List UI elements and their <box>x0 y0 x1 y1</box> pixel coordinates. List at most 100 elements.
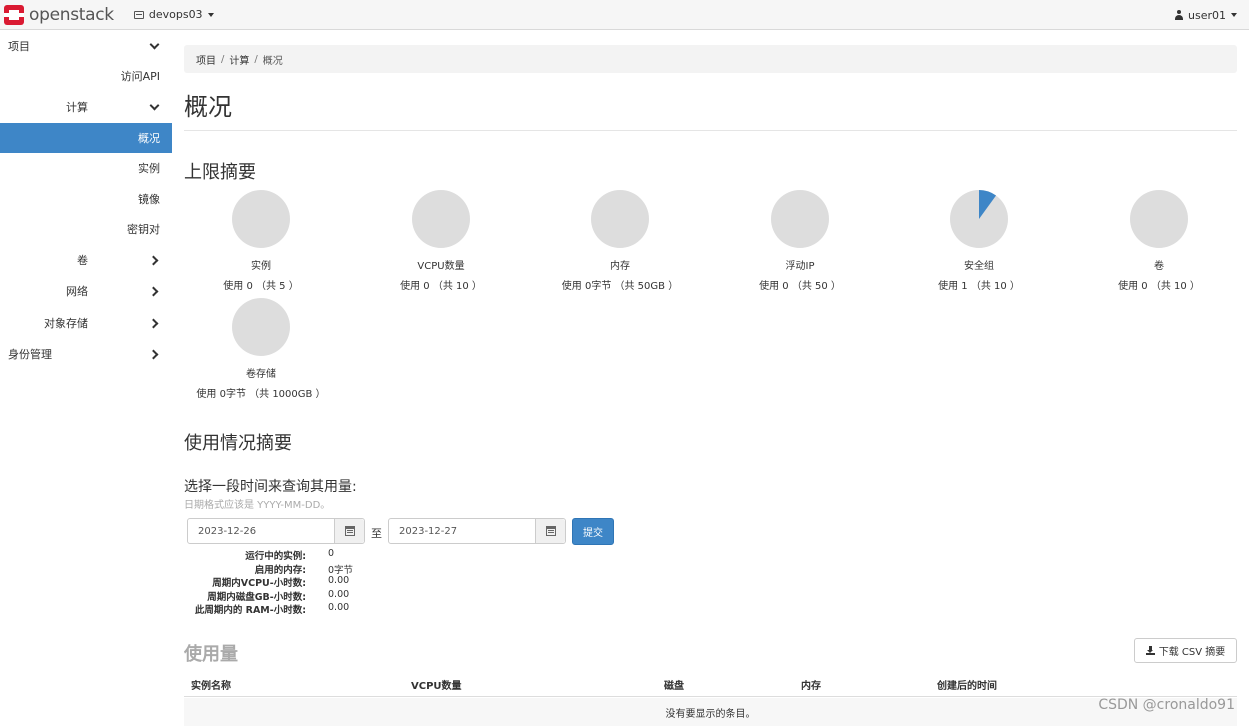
column-header[interactable]: 实例名称 <box>191 677 231 692</box>
sidebar-item[interactable]: 计算 <box>0 92 172 122</box>
server-icon <box>133 10 144 19</box>
stat-value: 0.00 <box>328 602 350 613</box>
pie-usage-text: 使用 0字节 （共 1000GB ） <box>196 389 326 400</box>
sidebar-item[interactable]: 身份管理 <box>0 339 172 369</box>
chevron-down-icon <box>150 42 158 50</box>
stat-label: 运行中的实例: <box>245 551 306 562</box>
sidebar-item[interactable]: 网络 <box>0 276 172 306</box>
sidebar-item-label: 卷 <box>77 254 88 267</box>
sidebar-item[interactable]: 对象存储 <box>0 308 172 338</box>
breadcrumb-separator: / <box>254 53 258 65</box>
pie-chart <box>1130 190 1188 248</box>
watermark: CSDN @cronaldo91 <box>1098 697 1235 713</box>
sidebar-item[interactable]: 实例 <box>0 153 172 183</box>
pie-free-slice <box>771 190 829 248</box>
usage-heading: 使用量 <box>184 644 238 665</box>
stat-row: 启用的内存: 0字节 <box>184 562 484 576</box>
pie-usage-text: 使用 0 （共 10 ） <box>400 281 482 292</box>
pie-usage-text: 使用 1 （共 10 ） <box>938 281 1020 292</box>
openstack-logo[interactable]: openstack <box>4 0 114 30</box>
end-date-value: 2023-12-27 <box>399 526 458 537</box>
download-csv-button[interactable]: 下载 CSV 摘要 <box>1134 638 1237 663</box>
start-date-value: 2023-12-26 <box>198 526 257 537</box>
limit-pie-1: VCPU数量 使用 0 （共 10 ） <box>361 189 521 292</box>
sidebar-item[interactable]: 项目 <box>0 31 172 61</box>
openstack-logo-icon <box>4 4 24 25</box>
page-title: 概况 <box>184 93 232 121</box>
limit-pie-2: 内存 使用 0字节 （共 50GB ） <box>540 189 700 292</box>
sidebar-item[interactable]: 镜像 <box>0 184 172 214</box>
user-name: user01 <box>1188 8 1226 22</box>
submit-button[interactable]: 提交 <box>572 518 614 545</box>
chevron-right-icon <box>150 287 158 295</box>
sidebar-item-label: 身份管理 <box>8 348 52 361</box>
breadcrumb-item[interactable]: 项目 <box>196 52 216 67</box>
pie-title: 实例 <box>251 261 271 272</box>
pie-chart <box>771 190 829 248</box>
pie-usage-text: 使用 0字节 （共 50GB ） <box>561 281 679 292</box>
stat-value: 0.00 <box>328 588 350 600</box>
stat-label: 周期内VCPU-小时数: <box>212 578 306 589</box>
calendar-icon <box>546 526 556 536</box>
caret-down-icon <box>207 12 214 17</box>
calendar-icon <box>345 526 355 536</box>
stat-label: 启用的内存: <box>254 564 306 576</box>
limit-pie-3: 浮动IP 使用 0 （共 50 ） <box>720 189 880 292</box>
stat-row: 周期内VCPU-小时数: 0.00 <box>184 575 484 589</box>
usage-summary-heading: 使用情况摘要 <box>184 433 292 454</box>
pie-usage-text: 使用 0 （共 50 ） <box>759 281 841 292</box>
sidebar-item[interactable]: 访问API <box>0 61 172 91</box>
date-range-heading: 选择一段时间来查询其用量: <box>184 479 357 495</box>
start-date-picker[interactable] <box>334 519 364 543</box>
stat-value: 0 <box>328 548 335 559</box>
main-content: 项目 / 计算 / 概况 概况 上限摘要 实例 使用 0 （共 5 ） VCPU数量 使用 0… <box>181 31 1239 726</box>
pie-title: 卷存储 <box>246 369 276 380</box>
sidebar-item-label: 访问API <box>120 70 160 83</box>
sidebar-item-label: 网络 <box>66 285 88 298</box>
pie-title: 卷 <box>1154 261 1164 272</box>
limit-pie-5: 卷使用 0 （共 10 ） <box>1079 189 1239 292</box>
pie-chart <box>412 190 470 248</box>
stat-label: 周期内磁盘GB-小时数: <box>207 591 306 603</box>
caret-down-icon <box>1231 13 1237 17</box>
pie-free-slice <box>1130 190 1188 248</box>
chevron-right-icon <box>150 256 158 264</box>
user-menu[interactable]: user01 <box>1174 0 1237 30</box>
sidebar-item-label: 实例 <box>138 162 160 175</box>
chevron-right-icon <box>150 319 158 327</box>
sidebar-item-label: 概况 <box>138 132 160 145</box>
pie-chart <box>950 190 1008 248</box>
chevron-right-icon <box>150 350 158 358</box>
stat-label: 此周期内的 RAM-小时数: <box>194 605 306 616</box>
usage-table-header: 实例名称 VCPU数量 磁盘 内存 创建后的时间 <box>184 671 1237 697</box>
column-header[interactable]: 内存 <box>801 677 821 692</box>
limit-pie-0: 实例 使用 0 （共 5 ） <box>181 189 341 292</box>
stat-row: 此周期内的 RAM-小时数: 0.00 <box>184 602 484 616</box>
date-to-label: 至 <box>371 527 382 540</box>
column-header[interactable]: 磁盘 <box>664 677 684 692</box>
column-header[interactable]: VCPU数量 <box>411 677 462 692</box>
limit-pie-4: 安全组 使用 1 （共 10 ） <box>899 189 1059 292</box>
sidebar-item[interactable]: 密钥对 <box>0 214 172 244</box>
breadcrumb-item[interactable]: 计算 <box>229 52 249 67</box>
pie-free-slice <box>232 298 290 356</box>
end-date-picker[interactable] <box>535 519 565 543</box>
limit-summary-heading: 上限摘要 <box>184 162 256 183</box>
column-header[interactable]: 创建后的时间 <box>937 677 997 692</box>
sidebar-item-label: 镜像 <box>138 193 160 206</box>
limit-pie-6: 卷存储使用 0字节 （共 1000GB ） <box>181 297 341 400</box>
sidebar-item[interactable]: 概况 <box>0 123 172 153</box>
start-date-input[interactable]: 2023-12-26 <box>187 518 365 544</box>
project-switcher[interactable]: devops03 <box>133 8 214 21</box>
chevron-down-icon <box>150 103 158 111</box>
pie-free-slice <box>591 190 649 248</box>
usage-table-empty-row: 没有要显示的条目。 <box>184 698 1237 726</box>
pie-chart <box>591 190 649 248</box>
sidebar-item[interactable]: 卷 <box>0 245 172 275</box>
divider <box>184 130 1237 131</box>
download-csv-label: 下载 CSV 摘要 <box>1158 647 1226 658</box>
end-date-input[interactable]: 2023-12-27 <box>388 518 566 544</box>
pie-free-slice <box>412 190 470 248</box>
brand-name: openstack <box>29 4 114 25</box>
stat-row: 周期内磁盘GB-小时数: 0.00 <box>184 589 484 603</box>
